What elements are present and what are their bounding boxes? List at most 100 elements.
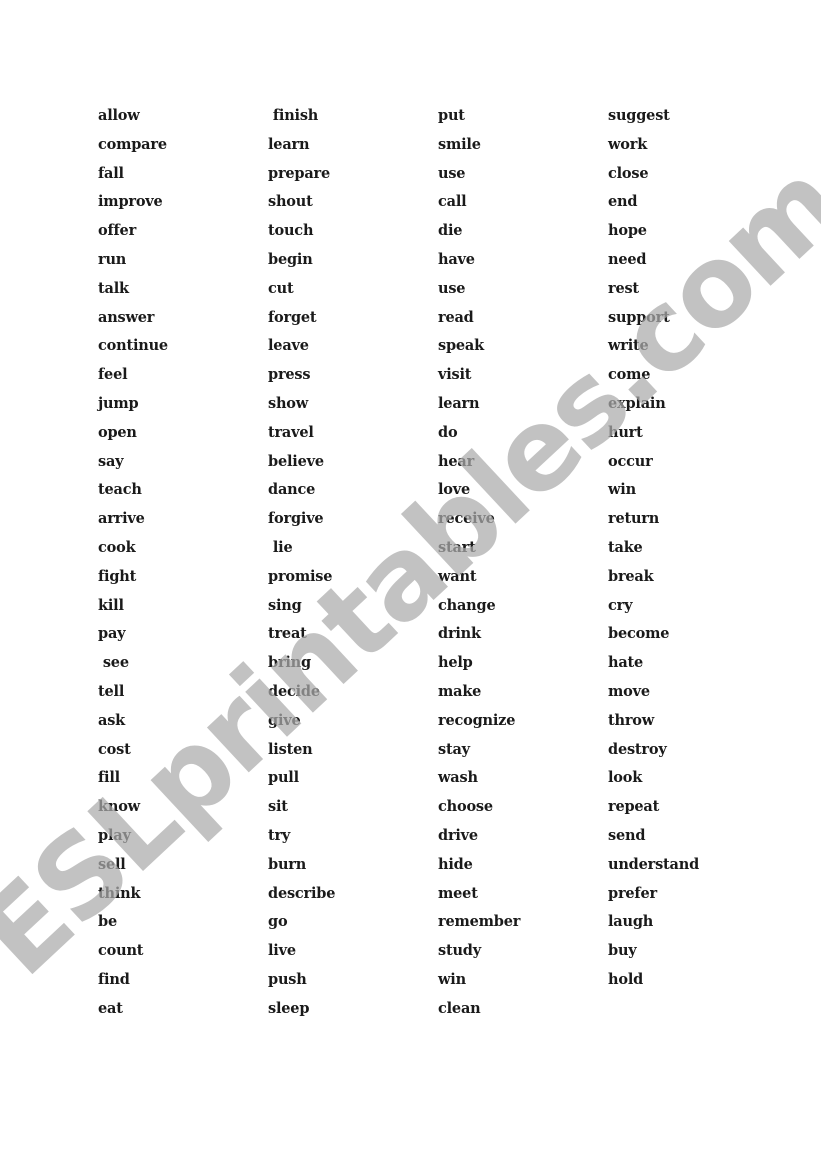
- word-column-4: suggest work close end hope need rest support wr…: [608, 104, 699, 997]
- verb-word: die: [438, 222, 463, 240]
- verb-word: fill: [98, 769, 120, 787]
- verb-word: become: [608, 625, 670, 643]
- verb-word: visit: [438, 366, 472, 384]
- verb-word: see: [98, 654, 129, 672]
- verb-word: meet: [438, 884, 478, 902]
- verb-word: talk: [98, 279, 129, 297]
- verb-word: laugh: [608, 913, 654, 931]
- word-column-1: allow compare fall improve offer run talk answe…: [98, 104, 168, 1026]
- verb-word: take: [608, 538, 643, 556]
- verb-word: show: [268, 394, 309, 412]
- verb-word: make: [438, 682, 482, 700]
- verb-word: send: [608, 826, 646, 844]
- verb-word: forgive: [268, 510, 324, 528]
- verb-word: cry: [608, 596, 633, 614]
- verb-word: return: [608, 510, 660, 528]
- verb-word: hurt: [608, 423, 643, 441]
- verb-word: hope: [608, 222, 647, 240]
- verb-word: dance: [268, 481, 316, 499]
- verb-word: drive: [438, 826, 478, 844]
- verb-word: cut: [268, 279, 294, 297]
- verb-word: destroy: [608, 740, 667, 758]
- verb-word: rest: [608, 279, 639, 297]
- verb-word: call: [438, 193, 467, 211]
- verb-word: prefer: [608, 884, 657, 902]
- verb-word: say: [98, 452, 124, 470]
- verb-word: promise: [268, 567, 333, 585]
- verb-word: jump: [98, 394, 139, 412]
- verb-word: need: [608, 250, 647, 268]
- verb-word: end: [608, 193, 638, 211]
- verb-word: listen: [268, 740, 313, 758]
- verb-word: touch: [268, 222, 314, 240]
- verb-word: know: [98, 798, 140, 816]
- verb-word: choose: [438, 798, 493, 816]
- verb-word: help: [438, 654, 473, 672]
- verb-word: bring: [268, 654, 311, 672]
- verb-word: understand: [608, 855, 700, 873]
- verb-word: support: [608, 308, 670, 326]
- verb-word: buy: [608, 942, 637, 960]
- verb-word: smile: [438, 135, 481, 153]
- verb-word: shout: [268, 193, 313, 211]
- verb-word: recognize: [438, 711, 516, 729]
- verb-word: leave: [268, 337, 309, 355]
- verb-word: come: [608, 366, 651, 384]
- verb-word: read: [438, 308, 474, 326]
- verb-word: travel: [268, 423, 314, 441]
- verb-word: remember: [438, 913, 521, 931]
- verb-word: learn: [438, 394, 480, 412]
- verb-word: suggest: [608, 107, 670, 124]
- verb-word: press: [268, 366, 311, 384]
- verb-word: treat: [268, 625, 307, 643]
- verb-word: go: [268, 913, 288, 931]
- verb-word: allow: [98, 107, 140, 124]
- word-column-3: put smile use call die have use read speak visit l…: [438, 104, 520, 1026]
- verb-word: close: [608, 164, 649, 182]
- verb-word: put: [438, 107, 465, 124]
- verb-word: arrive: [98, 510, 145, 528]
- verb-word: hate: [608, 654, 644, 672]
- verb-word: fall: [98, 164, 124, 182]
- verb-word: kill: [98, 596, 124, 614]
- verb-word: throw: [608, 711, 655, 729]
- verb-word: begin: [268, 250, 313, 268]
- verb-word: fight: [98, 567, 137, 585]
- verb-word: have: [438, 250, 475, 268]
- verb-word: break: [608, 567, 654, 585]
- verb-word: repeat: [608, 798, 660, 816]
- verb-word: hear: [438, 452, 475, 470]
- verb-word: win: [608, 481, 636, 499]
- verb-word: tell: [98, 682, 125, 700]
- verb-word: work: [608, 135, 648, 153]
- verb-word: sleep: [268, 999, 310, 1017]
- verb-word: believe: [268, 452, 324, 470]
- verb-word: describe: [268, 884, 336, 902]
- verb-word: do: [438, 423, 458, 441]
- verb-word: forget: [268, 308, 317, 326]
- verb-word: count: [98, 942, 144, 960]
- verb-word: eat: [98, 999, 123, 1017]
- verb-word: use: [438, 279, 466, 297]
- verb-word: compare: [98, 135, 167, 153]
- verb-word: live: [268, 942, 296, 960]
- verb-word: decide: [268, 682, 320, 700]
- verb-word: change: [438, 596, 496, 614]
- verb-word: lie: [268, 538, 293, 556]
- verb-word: drink: [438, 625, 481, 643]
- verb-word: win: [438, 970, 466, 988]
- verb-word: look: [608, 769, 643, 787]
- verb-word: study: [438, 942, 481, 960]
- verb-word: pay: [98, 625, 126, 643]
- verb-word: push: [268, 970, 307, 988]
- verb-word: start: [438, 538, 476, 556]
- verb-word: stay: [438, 740, 470, 758]
- verb-word: improve: [98, 193, 163, 211]
- verb-word: prepare: [268, 164, 331, 182]
- word-column-2: finish learn prepare shout touch begin cut forg…: [268, 104, 335, 1026]
- verb-word: cost: [98, 740, 131, 758]
- verb-word: give: [268, 711, 301, 729]
- verb-word: want: [438, 567, 477, 585]
- verb-word: be: [98, 913, 117, 931]
- verb-word: cook: [98, 538, 136, 556]
